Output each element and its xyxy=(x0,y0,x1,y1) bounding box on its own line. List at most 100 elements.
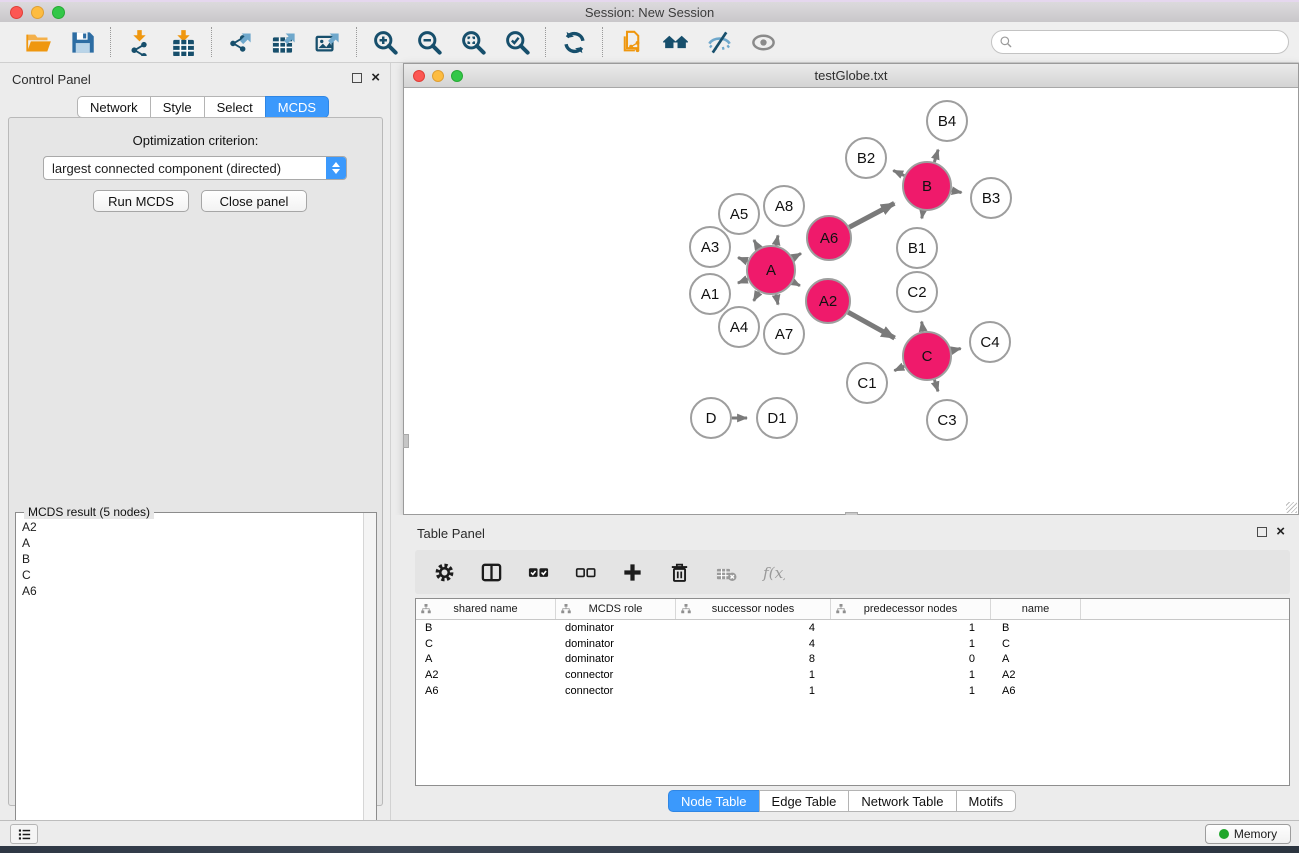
tab-motifs[interactable]: Motifs xyxy=(956,790,1017,812)
close-panel-icon[interactable]: × xyxy=(371,73,380,83)
resize-handle[interactable] xyxy=(1286,502,1297,513)
table-row[interactable]: A2connector11A2 xyxy=(416,667,1289,683)
tab-edge-table[interactable]: Edge Table xyxy=(759,790,850,812)
tab-network[interactable]: Network xyxy=(77,96,151,118)
edge-B-B4[interactable] xyxy=(934,150,938,162)
table-cell[interactable]: dominator xyxy=(556,622,676,634)
table-cell[interactable]: 1 xyxy=(676,669,831,681)
edge-A2-C[interactable] xyxy=(848,312,895,338)
export-image-button[interactable] xyxy=(313,27,343,57)
network-graph[interactable]: B4B2BB3A8A5A6A3B1AA1C2A2A4A7C4CC1DD1C3 xyxy=(404,88,1298,514)
table-cell[interactable]: 1 xyxy=(831,622,991,634)
tab-select[interactable]: Select xyxy=(204,96,266,118)
table-row[interactable]: Adominator80A xyxy=(416,652,1289,668)
minimize-window-button[interactable] xyxy=(31,6,44,19)
column-header-MCDS-role[interactable]: MCDS role xyxy=(556,599,676,619)
edge-A-A4[interactable] xyxy=(754,292,759,301)
close-panel-button[interactable]: Close panel xyxy=(201,190,307,212)
network-window-controls[interactable] xyxy=(413,70,463,82)
table-cell[interactable]: A xyxy=(416,653,556,665)
close-window-button[interactable] xyxy=(10,6,23,19)
table-cell[interactable]: 0 xyxy=(831,653,991,665)
table-cell[interactable]: A2 xyxy=(991,669,1081,681)
table-cell[interactable]: 1 xyxy=(676,685,831,697)
network-window-titlebar[interactable]: testGlobe.txt xyxy=(404,64,1298,88)
delete-button[interactable] xyxy=(666,559,692,585)
add-button[interactable] xyxy=(619,559,645,585)
zoom-in-button[interactable] xyxy=(370,27,400,57)
edge-B-B3[interactable] xyxy=(952,191,962,193)
tab-style[interactable]: Style xyxy=(150,96,205,118)
refresh-button[interactable] xyxy=(559,27,589,57)
edge-A-A8[interactable] xyxy=(776,235,778,245)
gear-button[interactable] xyxy=(431,559,457,585)
table-cell[interactable]: connector xyxy=(556,685,676,697)
tab-network-table[interactable]: Network Table xyxy=(848,790,956,812)
edge-A-A6[interactable] xyxy=(793,253,801,257)
table-cell[interactable]: B xyxy=(416,622,556,634)
result-scrollbar[interactable] xyxy=(363,513,376,851)
float-table-panel-icon[interactable] xyxy=(1257,527,1267,537)
table-cell[interactable]: 8 xyxy=(676,653,831,665)
edge-A-A3[interactable] xyxy=(738,258,748,262)
window-controls[interactable] xyxy=(10,6,65,19)
optimization-criterion-select[interactable]: largest connected component (directed) xyxy=(43,156,347,180)
table-cell[interactable]: dominator xyxy=(556,653,676,665)
hide-eye-button[interactable] xyxy=(704,27,734,57)
network-minimize-button[interactable] xyxy=(432,70,444,82)
export-table-button[interactable] xyxy=(269,27,299,57)
memory-button[interactable]: Memory xyxy=(1205,824,1291,844)
column-header-name[interactable]: name xyxy=(991,599,1081,619)
export-network-button[interactable] xyxy=(225,27,255,57)
table-cell[interactable]: C xyxy=(416,638,556,650)
network-zoom-button[interactable] xyxy=(451,70,463,82)
tab-mcds[interactable]: MCDS xyxy=(265,96,329,118)
search-input[interactable] xyxy=(1017,32,1288,52)
network-vertical-scrollbar[interactable] xyxy=(403,434,409,448)
task-history-button[interactable] xyxy=(10,824,38,844)
zoom-window-button[interactable] xyxy=(52,6,65,19)
table-cell[interactable]: A2 xyxy=(416,669,556,681)
close-table-panel-icon[interactable]: × xyxy=(1276,527,1285,537)
column-header-successor-nodes[interactable]: successor nodes xyxy=(676,599,831,619)
table-cell[interactable]: 4 xyxy=(676,638,831,650)
mcds-result-list[interactable]: A2ABCA6 xyxy=(16,513,363,851)
table-row[interactable]: Cdominator41C xyxy=(416,636,1289,652)
table-cell[interactable]: 1 xyxy=(831,685,991,697)
result-item[interactable]: A2 xyxy=(22,519,363,535)
import-table-button[interactable] xyxy=(168,27,198,57)
table-cell[interactable]: connector xyxy=(556,669,676,681)
result-item[interactable]: A6 xyxy=(22,583,363,599)
table-cell[interactable]: A6 xyxy=(416,685,556,697)
column-header-predecessor-nodes[interactable]: predecessor nodes xyxy=(831,599,991,619)
edge-A-A5[interactable] xyxy=(754,240,759,248)
table-cell[interactable]: 1 xyxy=(831,638,991,650)
edge-C-C4[interactable] xyxy=(951,349,960,351)
result-item[interactable]: C xyxy=(22,567,363,583)
open-file-button[interactable] xyxy=(23,27,53,57)
table-row[interactable]: A6connector11A6 xyxy=(416,683,1289,699)
edge-A-A7[interactable] xyxy=(776,294,778,304)
home-button[interactable] xyxy=(660,27,690,57)
tab-node-table[interactable]: Node Table xyxy=(668,790,760,812)
column-header-shared-name[interactable]: shared name xyxy=(416,599,556,619)
node-table[interactable]: shared nameMCDS rolesuccessor nodesprede… xyxy=(415,598,1290,786)
table-cell[interactable]: A xyxy=(991,653,1081,665)
network-close-button[interactable] xyxy=(413,70,425,82)
float-panel-icon[interactable] xyxy=(352,73,362,83)
show-eye-button[interactable] xyxy=(748,27,778,57)
network-canvas[interactable]: B4B2BB3A8A5A6A3B1AA1C2A2A4A7C4CC1DD1C3 xyxy=(404,88,1298,514)
table-body[interactable]: Bdominator41BCdominator41CAdominator80AA… xyxy=(416,620,1289,699)
edge-B-B1[interactable] xyxy=(922,211,923,219)
new-network-from-file-button[interactable] xyxy=(616,27,646,57)
result-item[interactable]: B xyxy=(22,551,363,567)
import-network-button[interactable] xyxy=(124,27,154,57)
result-item[interactable]: A xyxy=(22,535,363,551)
search-field[interactable] xyxy=(991,30,1289,54)
select-all-button[interactable] xyxy=(525,559,551,585)
edge-C-C2[interactable] xyxy=(922,322,924,332)
edge-A-A1[interactable] xyxy=(738,279,748,283)
columns-button[interactable] xyxy=(478,559,504,585)
edge-C-C3[interactable] xyxy=(934,380,938,392)
table-cell[interactable]: C xyxy=(991,638,1081,650)
